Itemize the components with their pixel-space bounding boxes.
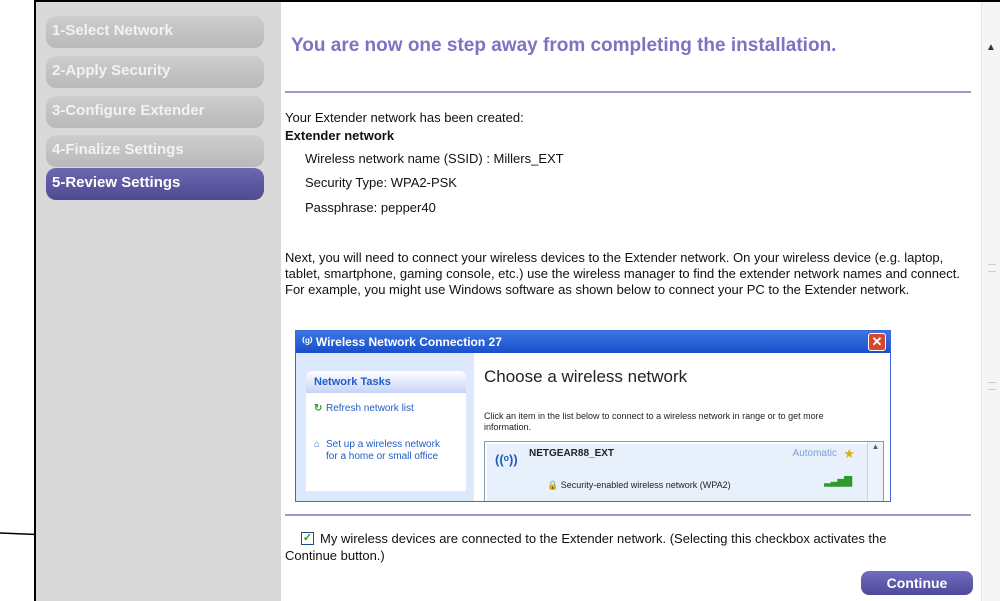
lock-icon: 🔒 xyxy=(547,480,559,490)
step-apply-security[interactable]: 2-Apply Security xyxy=(46,56,264,88)
wireless-dialog-screenshot: ⁽ᵍ⁾ Wireless Network Connection 27 ✕ Net… xyxy=(295,330,891,502)
network-name: NETGEAR88_EXT xyxy=(529,448,615,459)
scrollbar-grip[interactable] xyxy=(988,264,996,272)
scroll-up-icon[interactable]: ▲ xyxy=(986,42,996,53)
title-divider xyxy=(285,91,971,93)
main-content: You are now one step away from completin… xyxy=(281,2,981,601)
step-sidebar: 1-Select Network 2-Apply Security 3-Conf… xyxy=(36,2,281,601)
network-tasks-heading: Network Tasks xyxy=(306,371,466,393)
list-scrollbar: ▲ xyxy=(867,442,883,501)
created-text: Your Extender network has been created: xyxy=(285,110,524,125)
setup-task-label: Set up a wireless network xyxy=(326,439,440,450)
network-list-item: ((ᵒ)) NETGEAR88_EXT Automatic ★ 🔒 Securi… xyxy=(487,444,867,501)
dialog-title: Wireless Network Connection 27 xyxy=(315,335,502,349)
security-info: 🔒 Security-enabled wireless network (WPA… xyxy=(547,480,731,491)
setup-network-icon: ⌂ xyxy=(314,439,321,450)
security-type-line: Security Type: WPA2-PSK xyxy=(305,175,457,190)
continue-button[interactable]: Continue xyxy=(861,571,973,595)
bottom-divider xyxy=(285,514,971,516)
ssid-line: Wireless network name (SSID) : Millers_E… xyxy=(305,151,564,166)
setup-task: ⌂ Set up a wireless network for a home or… xyxy=(314,439,440,463)
step-finalize-settings[interactable]: 4-Finalize Settings xyxy=(46,135,264,167)
checkbox-label-continued: Continue button.) xyxy=(285,548,385,563)
network-tasks-panel: Network Tasks ↻ Refresh network list ⌂ Set… xyxy=(306,371,466,491)
wizard-frame: 1-Select Network 2-Apply Security 3-Conf… xyxy=(34,0,1000,601)
checkbox-label: My wireless devices are connected to the… xyxy=(320,531,887,546)
star-icon: ★ xyxy=(843,446,855,461)
devices-connected-checkbox[interactable]: ✓ xyxy=(301,532,314,545)
step-review-settings[interactable]: 5-Review Settings xyxy=(46,168,264,200)
setup-task-label-2: for a home or small office xyxy=(326,451,439,462)
scrollbar-grip-lower[interactable] xyxy=(988,382,996,390)
network-list: ((ᵒ)) NETGEAR88_EXT Automatic ★ 🔒 Securi… xyxy=(484,441,884,501)
signal-strength-icon: ▂▃▅▇ xyxy=(824,476,852,487)
choose-network-heading: Choose a wireless network xyxy=(484,367,688,386)
choose-network-description: Click an item in the list below to conne… xyxy=(484,411,824,432)
wifi-icon: ⁽ᵍ⁾ xyxy=(302,335,316,349)
page-title: You are now one step away from completin… xyxy=(291,35,837,56)
step-select-network[interactable]: 1-Select Network xyxy=(46,16,264,48)
security-text: Security-enabled wireless network (WPA2) xyxy=(560,480,731,490)
refresh-icon: ↻ xyxy=(314,403,323,414)
close-icon: ✕ xyxy=(868,333,886,351)
passphrase-line: Passphrase: pepper40 xyxy=(305,200,436,215)
dialog-left-pane: Network Tasks ↻ Refresh network list ⌂ Set… xyxy=(296,353,474,501)
dialog-titlebar: ⁽ᵍ⁾ Wireless Network Connection 27 xyxy=(296,331,890,353)
connection-mode: Automatic xyxy=(792,448,837,459)
step-configure-extender[interactable]: 3-Configure Extender xyxy=(46,96,264,128)
network-heading: Extender network xyxy=(285,128,395,143)
antenna-icon: ((ᵒ)) xyxy=(495,452,518,467)
refresh-task: ↻ Refresh network list xyxy=(314,403,414,415)
page-scrollbar[interactable]: ▲ xyxy=(981,2,1000,601)
dialog-right-pane: Choose a wireless network Click an item … xyxy=(474,353,890,501)
refresh-task-label: Refresh network list xyxy=(326,403,414,414)
instructions-paragraph: Next, you will need to connect your wire… xyxy=(285,250,960,297)
